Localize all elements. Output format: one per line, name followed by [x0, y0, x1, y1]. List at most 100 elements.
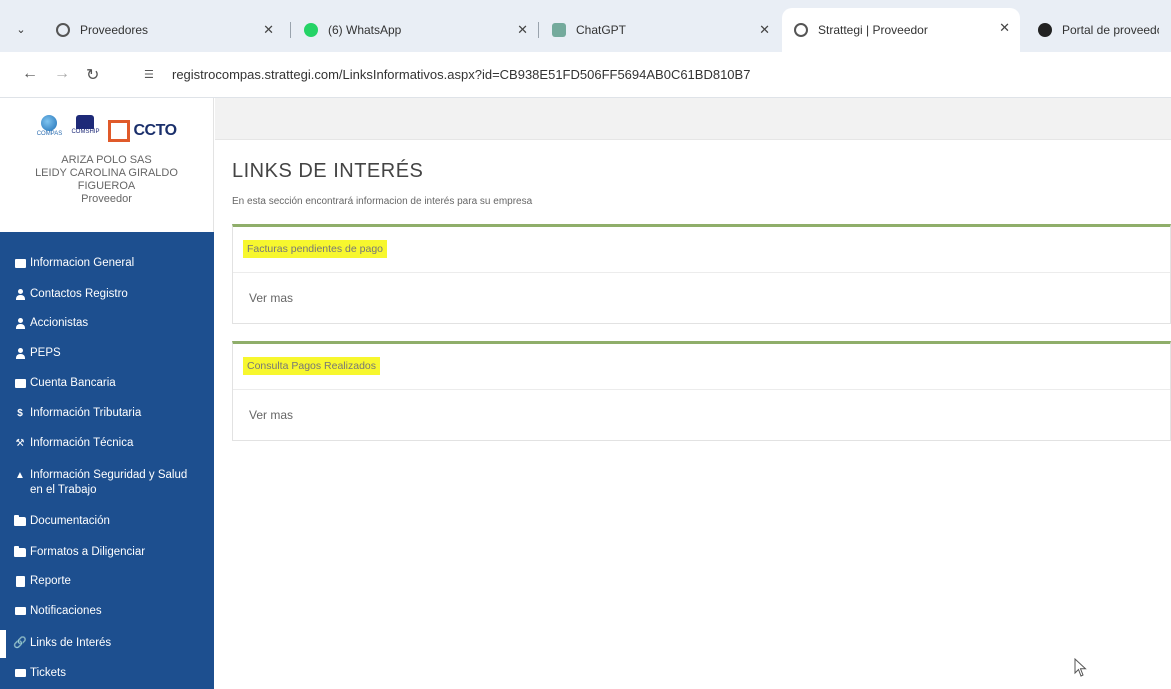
ver-mas-link[interactable]: Ver mas [249, 291, 293, 305]
portal-icon [1038, 23, 1052, 37]
sidebar-item-label: Información Tributaria [30, 407, 142, 419]
page-title: LINKS DE INTERÉS [232, 160, 424, 182]
tab-separator [538, 22, 539, 38]
tab-title: ChatGPT [576, 23, 627, 37]
tab-title: (6) WhatsApp [328, 23, 402, 37]
id-card-icon [14, 257, 26, 269]
tab-chatgpt[interactable]: ChatGPT ✕ [540, 10, 780, 50]
ccto-logo: CCTO [108, 120, 177, 142]
forward-arrow-icon[interactable]: → [54, 65, 70, 83]
sidebar-item-label: Reporte [30, 575, 71, 587]
dollar-icon: $ [17, 407, 23, 419]
sidebar-item-cuenta-bancaria[interactable]: Cuenta Bancaria [0, 376, 214, 391]
sidebar-item-label: Formatos a Diligenciar [30, 546, 146, 558]
sidebar-item-informacion-tributaria[interactable]: $ Información Tributaria [0, 406, 214, 421]
link-card-pagos-realizados: Consulta Pagos Realizados Ver mas [232, 341, 1171, 441]
sidebar-item-label: Informacion General [30, 257, 135, 269]
sidebar-item-reporte[interactable]: Reporte [0, 574, 214, 589]
close-icon[interactable]: ✕ [759, 22, 770, 38]
url-field[interactable]: registrocompas.strattegi.com/LinksInform… [172, 67, 750, 82]
globe-icon [794, 23, 808, 37]
tab-strattegi-proveedor[interactable]: Strattegi | Proveedor ✕ [782, 8, 1020, 52]
sidebar-item-informacion-general[interactable]: Informacion General [0, 256, 214, 271]
reload-icon[interactable]: ↻ [86, 65, 99, 85]
comship-logo-text: COMSHIP [71, 129, 100, 135]
back-arrow-icon[interactable]: ← [22, 65, 38, 83]
site-settings-icon[interactable]: ☰ [144, 68, 154, 81]
sidebar-item-accionistas[interactable]: Accionistas [0, 316, 214, 331]
sidebar-item-formatos-diligenciar[interactable]: Formatos a Diligenciar [0, 545, 214, 560]
user-icon [14, 317, 26, 329]
compas-logo-text: COMPAS [36, 131, 63, 137]
user-name-line2: FIGUEROA [77, 180, 136, 192]
lock-icon: ▲ [15, 469, 25, 481]
sidebar-item-documentacion[interactable]: Documentación [0, 514, 214, 529]
tab-separator [290, 22, 291, 38]
sidebar-item-tickets[interactable]: Tickets [0, 666, 214, 681]
top-navbar [215, 98, 1171, 140]
page-subtitle: En esta sección encontrará informacion d… [232, 196, 533, 207]
card-header: Facturas pendientes de pago [233, 227, 1170, 273]
user-icon [14, 288, 26, 300]
ticket-icon [14, 667, 26, 679]
user-info: ARIZA POLO SAS LEIDY CAROLINA GIRALDO FI… [0, 154, 213, 206]
card-body: Ver mas [233, 390, 1170, 440]
tab-title: Portal de proveedore [1062, 23, 1159, 37]
envelope-icon [14, 605, 26, 617]
active-item-indicator [0, 630, 6, 658]
tab-title: Proveedores [80, 23, 149, 37]
sidebar-nav: Informacion General Contactos Registro A… [0, 232, 214, 689]
tab-title: Strattegi | Proveedor [818, 23, 928, 37]
user-icon [14, 347, 26, 359]
compas-logo: COMPAS [36, 115, 62, 147]
wrench-icon: ⚒ [15, 437, 25, 449]
sidebar-item-label: Links de Interés [30, 637, 112, 649]
whatsapp-icon [304, 23, 318, 37]
chatgpt-icon [552, 23, 566, 37]
close-icon[interactable]: ✕ [263, 22, 274, 38]
tab-search-chevron-icon[interactable]: ⌄ [10, 18, 32, 40]
mouse-cursor-icon [1074, 658, 1087, 677]
sidebar-item-label: PEPS [30, 347, 61, 359]
tab-proveedores[interactable]: Proveedores ✕ [44, 10, 284, 50]
ccto-logo-text: CCTO [133, 122, 177, 139]
sidebar-item-informacion-tecnica[interactable]: ⚒ Información Técnica [0, 436, 214, 451]
sidebar-item-peps[interactable]: PEPS [0, 346, 214, 361]
link-icon: 🔗 [13, 636, 27, 649]
browser-tab-bar: ⌄ Proveedores ✕ (6) WhatsApp ✕ ChatGPT ✕… [0, 0, 1171, 60]
user-role: Proveedor [81, 193, 132, 205]
sidebar-item-label: Notificaciones [30, 605, 102, 617]
folder-icon [14, 514, 26, 527]
close-icon[interactable]: ✕ [999, 20, 1010, 36]
sidebar-item-label: Información Seguridad y Salud en el Trab… [30, 469, 188, 496]
card-title: Consulta Pagos Realizados [243, 357, 380, 375]
folder-icon [14, 545, 26, 558]
card-title: Facturas pendientes de pago [243, 240, 388, 258]
comship-logo: COMSHIP [68, 115, 102, 147]
close-icon[interactable]: ✕ [517, 22, 528, 38]
sidebar-item-label: Cuenta Bancaria [30, 377, 116, 389]
file-icon [14, 575, 26, 587]
sidebar-item-label: Contactos Registro [30, 288, 128, 300]
globe-icon [56, 23, 70, 37]
ver-mas-link[interactable]: Ver mas [249, 408, 293, 422]
company-name: ARIZA POLO SAS [61, 154, 152, 166]
card-header: Consulta Pagos Realizados [233, 344, 1170, 390]
logos-row: COMPAS COMSHIP CCTO [0, 98, 213, 148]
sidebar-item-label: Información Técnica [30, 437, 134, 449]
browser-address-bar: ← → ↻ ☰ registrocompas.strattegi.com/Lin… [0, 52, 1171, 98]
card-body: Ver mas [233, 273, 1170, 323]
sidebar-item-label: Tickets [30, 667, 66, 679]
sidebar-header: COMPAS COMSHIP CCTO ARIZA POLO SAS LEIDY… [0, 98, 214, 232]
sidebar-item-seguridad-salud[interactable]: ▲ Información Seguridad y Salud en el Tr… [0, 468, 200, 498]
sidebar-item-notificaciones[interactable]: Notificaciones [0, 604, 214, 619]
sidebar-item-contactos-registro[interactable]: Contactos Registro [0, 287, 214, 302]
tab-whatsapp[interactable]: (6) WhatsApp ✕ [292, 10, 538, 50]
tab-portal-proveedores[interactable]: Portal de proveedore [1026, 10, 1171, 50]
sidebar-item-label: Documentación [30, 515, 110, 527]
sidebar-item-label: Accionistas [30, 317, 89, 329]
sidebar-item-links-de-interes[interactable]: 🔗 Links de Interés [0, 632, 214, 656]
user-name-line1: LEIDY CAROLINA GIRALDO [35, 167, 178, 179]
credit-card-icon [14, 377, 26, 389]
link-card-facturas: Facturas pendientes de pago Ver mas [232, 224, 1171, 324]
